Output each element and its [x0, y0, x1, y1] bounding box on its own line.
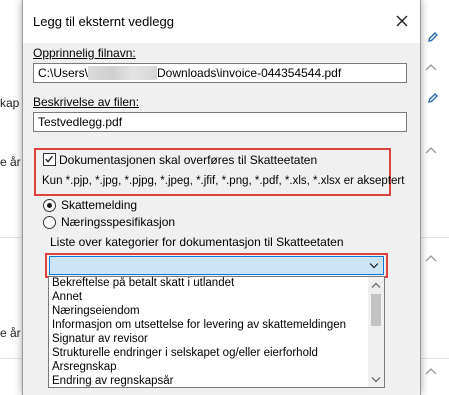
accepted-formats-hint: Kun *.pjp, *.jpg, *.pjpg, *.jpeg, *.jfif… [42, 175, 405, 187]
original-filename-label: Opprinnelig filnavn: [33, 46, 136, 60]
transfer-checkbox-label[interactable]: Dokumentasjonen skal overføres til Skatt… [59, 153, 317, 167]
background-text: e år [0, 155, 21, 169]
chevron-up-icon[interactable] [425, 146, 437, 154]
list-item[interactable]: Endring av regnskapsår [52, 375, 364, 387]
category-dropdown-list[interactable]: Bekreftelse på betalt skatt i utlandet A… [48, 276, 385, 388]
transfer-checkbox[interactable] [43, 153, 56, 166]
scrollbar[interactable] [368, 277, 384, 387]
category-select[interactable] [49, 256, 384, 275]
filename-prefix: C:\Users\ [38, 66, 89, 80]
redacted-username [88, 66, 158, 80]
description-field[interactable]: Testvedlegg.pdf [33, 112, 407, 132]
dialog-title: Legg til eksternt vedlegg [33, 14, 174, 29]
original-filename-field[interactable]: C:\Users\ Downloads\invoice-044354544.pdf [33, 63, 407, 83]
pencil-icon[interactable] [427, 31, 439, 43]
close-icon[interactable] [392, 11, 412, 31]
list-item[interactable]: Næringseiendom [52, 305, 364, 318]
scroll-down-icon[interactable] [371, 376, 381, 383]
list-item[interactable]: Bekreftelse på betalt skatt i utlandet [52, 277, 364, 290]
radio-skattemelding[interactable] [43, 199, 56, 212]
radio-naeringsspesifikasjon[interactable] [43, 216, 56, 229]
description-label: Beskrivelse av filen: [33, 95, 140, 109]
list-item[interactable]: Annet [52, 291, 364, 304]
background-text: kap [0, 96, 20, 110]
category-label: Liste over kategorier for dokumentasjon … [50, 235, 344, 249]
chevron-up-icon[interactable] [425, 63, 437, 71]
chevron-down-icon[interactable] [369, 262, 379, 269]
scrollbar-thumb[interactable] [371, 294, 381, 326]
chevron-up-icon[interactable] [425, 367, 437, 375]
chevron-up-icon[interactable] [425, 254, 437, 262]
background-text: e år [0, 326, 21, 340]
checkmark-icon [45, 155, 53, 163]
filename-suffix: Downloads\invoice-044354544.pdf [157, 66, 342, 80]
radio-naeringsspesifikasjon-label[interactable]: Næringsspesifikasjon [61, 215, 175, 229]
list-item[interactable]: Årsregnskap [52, 361, 364, 374]
radio-skattemelding-label[interactable]: Skattemelding [61, 198, 137, 212]
list-item[interactable]: Informasjon om utsettelse for levering a… [52, 319, 364, 332]
list-item[interactable]: Strukturelle endringer i selskapet og/el… [52, 347, 364, 360]
pencil-icon[interactable] [427, 92, 439, 104]
scroll-up-icon[interactable] [371, 282, 381, 289]
title-bar: Legg til eksternt vedlegg [23, 0, 420, 43]
list-item[interactable]: Signatur av revisor [52, 333, 364, 346]
description-value: Testvedlegg.pdf [38, 115, 123, 129]
